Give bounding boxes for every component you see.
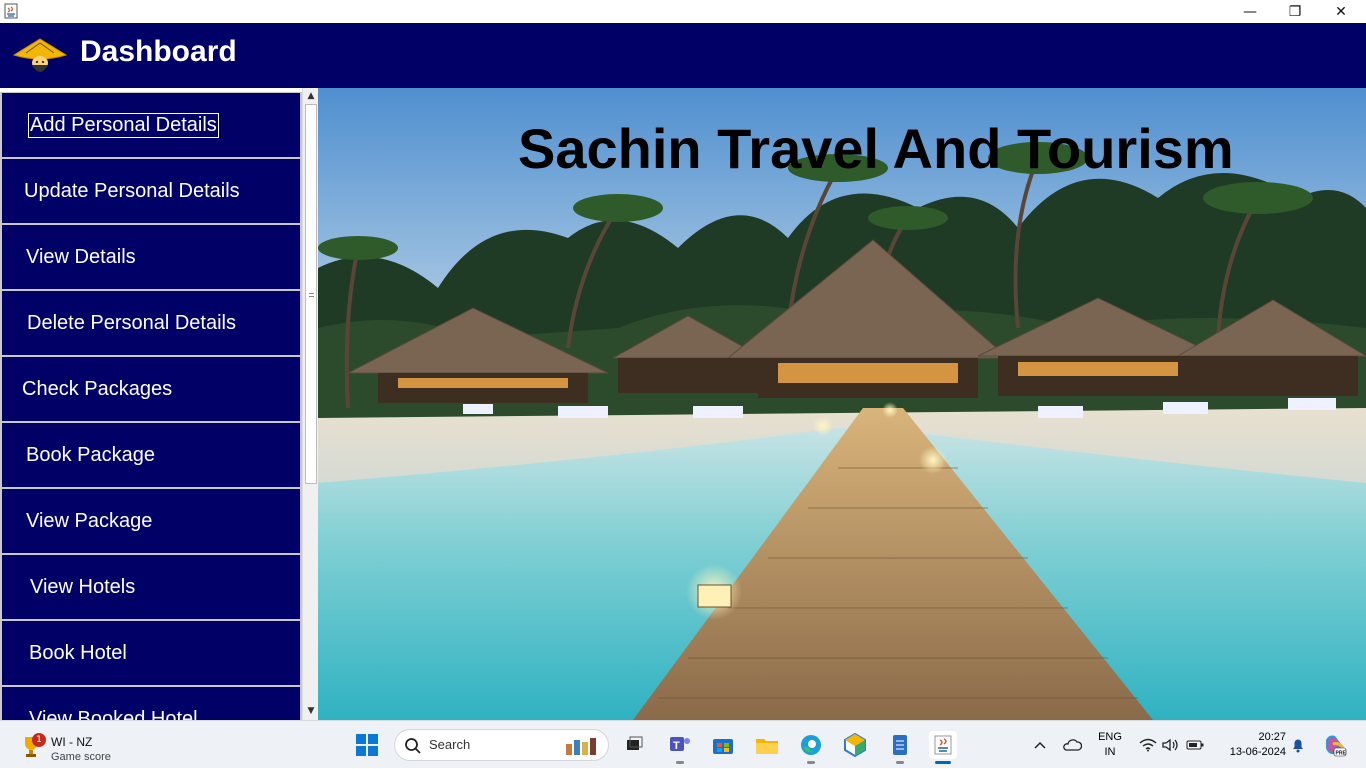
- search-highlight-icon: [566, 738, 596, 755]
- widget-subtitle: Game score: [51, 751, 111, 763]
- svg-text:PRE: PRE: [1336, 750, 1347, 756]
- onedrive-icon[interactable]: [1060, 721, 1084, 769]
- sidebar-item-label: View Package: [26, 509, 153, 532]
- file-explorer-icon[interactable]: [753, 731, 781, 759]
- sidebar-item-label: View Booked Hotel: [29, 707, 198, 721]
- scrollbar-grip-icon: [309, 293, 314, 297]
- windows-taskbar: 1 WI - NZ Game score Search T ENG IN 20:…: [0, 720, 1366, 768]
- notification-bell-icon[interactable]: [1288, 721, 1308, 769]
- app-cube-icon[interactable]: [841, 731, 869, 759]
- edge-icon[interactable]: [797, 731, 825, 764]
- hero-banner: Sachin Travel And Tourism: [318, 88, 1366, 720]
- minimize-button[interactable]: —: [1227, 0, 1273, 23]
- sidebar-item-book-hotel[interactable]: Book Hotel: [0, 620, 302, 686]
- scroll-up-arrow-icon[interactable]: ▲: [303, 89, 318, 103]
- sidebar-item-update-personal-details[interactable]: Update Personal Details: [0, 158, 302, 224]
- sidebar-item-label: Delete Personal Details: [27, 311, 236, 334]
- clock-time: 20:27: [1258, 731, 1286, 743]
- dashboard-header: Dashboard: [0, 23, 1366, 88]
- wifi-icon[interactable]: [1138, 721, 1158, 769]
- tropical-beach-resort-photo: [318, 88, 1366, 720]
- hero-headline: Sachin Travel And Tourism: [518, 117, 1234, 180]
- java-icon: [4, 3, 18, 19]
- traveler-hat-logo: [12, 38, 68, 72]
- notification-badge: 1: [32, 733, 46, 747]
- start-icon[interactable]: [355, 733, 379, 757]
- system-clock[interactable]: 20:27 13-06-2024: [1216, 730, 1286, 760]
- sidebar-item-view-details[interactable]: View Details: [0, 224, 302, 290]
- language-indicator[interactable]: ENG IN: [1096, 730, 1124, 760]
- restore-button[interactable]: ❐: [1272, 0, 1318, 23]
- battery-icon[interactable]: [1184, 721, 1206, 769]
- language-code: ENG: [1098, 731, 1122, 743]
- region-code: IN: [1104, 746, 1116, 758]
- notepad-icon[interactable]: [886, 731, 914, 764]
- sidebar-item-label: View Details: [26, 245, 136, 268]
- sidebar-item-add-personal-details[interactable]: Add Personal Details: [0, 92, 302, 158]
- scrollbar-thumb[interactable]: [305, 104, 317, 484]
- sidebar-item-book-package[interactable]: Book Package: [0, 422, 302, 488]
- close-button[interactable]: ✕: [1318, 0, 1364, 23]
- sidebar-item-label: Check Packages: [22, 377, 173, 400]
- sidebar-item-view-booked-hotel[interactable]: View Booked Hotel: [0, 686, 302, 720]
- sidebar-item-view-hotels[interactable]: View Hotels: [0, 554, 302, 620]
- widget-title: WI - NZ: [51, 735, 93, 749]
- sidebar-item-label: Book Package: [26, 443, 155, 466]
- volume-icon[interactable]: [1160, 721, 1180, 769]
- sidebar-item-label: View Hotels: [30, 575, 136, 598]
- widgets-button[interactable]: 1 WI - NZ Game score: [22, 727, 152, 763]
- task-view-icon[interactable]: [620, 731, 648, 759]
- running-indicator: [896, 761, 904, 764]
- copilot-icon[interactable]: PRE: [1320, 721, 1348, 769]
- clock-date: 13-06-2024: [1229, 746, 1286, 758]
- store-icon[interactable]: [709, 731, 737, 759]
- java-app-icon[interactable]: [929, 731, 957, 764]
- teams-icon[interactable]: T: [666, 731, 694, 764]
- scroll-down-arrow-icon[interactable]: ▼: [303, 704, 318, 718]
- sidebar-item-delete-personal-details[interactable]: Delete Personal Details: [0, 290, 302, 356]
- sidebar-item-view-package[interactable]: View Package: [0, 488, 302, 554]
- sidebar-item-check-packages[interactable]: Check Packages: [0, 356, 302, 422]
- sidebar-item-label: Book Hotel: [29, 641, 127, 664]
- window-titlebar: — ❐ ✕: [0, 0, 1366, 23]
- active-indicator: [935, 761, 951, 764]
- search-icon: [405, 738, 421, 754]
- search-placeholder: Search: [429, 737, 471, 752]
- taskbar-search-box[interactable]: Search: [394, 729, 609, 761]
- running-indicator: [676, 761, 684, 764]
- running-indicator: [807, 761, 815, 764]
- chevron-up-icon[interactable]: [1030, 721, 1050, 769]
- sidebar-scrollbar[interactable]: ▲ ▼: [302, 88, 318, 720]
- sidebar-item-label: Update Personal Details: [24, 179, 240, 202]
- svg-text:T: T: [673, 740, 680, 752]
- sidebar-menu: Add Personal Details Update Personal Det…: [0, 88, 318, 720]
- page-title: Dashboard: [80, 35, 237, 68]
- sidebar-item-label: Add Personal Details: [28, 112, 219, 138]
